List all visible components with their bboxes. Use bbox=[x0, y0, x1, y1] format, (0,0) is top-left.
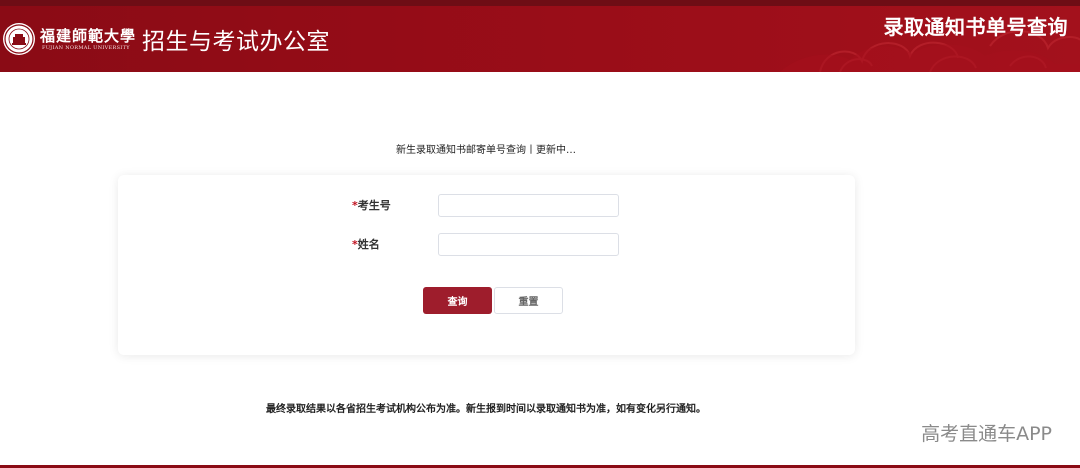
school-name-cn: 福建師範大學 bbox=[40, 27, 137, 45]
office-title: 招生与考试办公室 bbox=[142, 29, 330, 55]
page-title: 录取通知书单号查询 bbox=[883, 15, 1068, 39]
university-seal-icon bbox=[3, 23, 35, 55]
watermark-text: 高考直通车APP bbox=[921, 423, 1052, 445]
notice-text: 新生录取通知书邮寄单号查询丨更新中… bbox=[396, 145, 576, 156]
footer-note: 最终录取结果以各省招生考试机构公布为准。新生报到时间以录取通知书为准，如有变化另… bbox=[266, 404, 706, 415]
name-input[interactable] bbox=[438, 233, 619, 256]
name-label: *姓名 bbox=[352, 236, 380, 252]
exam-number-input[interactable] bbox=[438, 194, 619, 217]
exam-number-label: *考生号 bbox=[352, 197, 391, 213]
reset-button[interactable]: 重置 bbox=[494, 287, 563, 314]
school-name-en: FUJIAN NORMAL UNIVERSITY bbox=[42, 45, 130, 51]
query-form-card: *考生号 *姓名 查询 重置 bbox=[118, 175, 855, 355]
site-header: 福建師範大學 FUJIAN NORMAL UNIVERSITY 招生与考试办公室… bbox=[0, 6, 1080, 72]
query-button[interactable]: 查询 bbox=[423, 287, 492, 314]
exam-number-label-text: 考生号 bbox=[357, 199, 391, 212]
name-label-text: 姓名 bbox=[357, 238, 380, 251]
